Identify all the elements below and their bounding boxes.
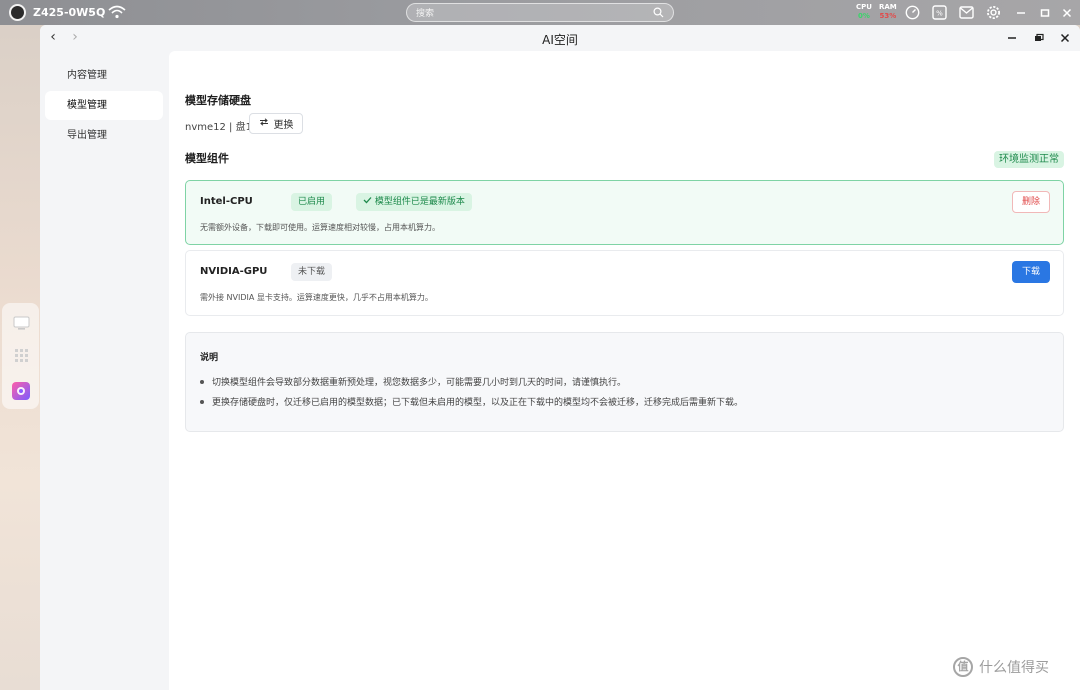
maximize-icon[interactable] [1036, 4, 1053, 21]
notes-panel: 说明 切换模型组件会导致部分数据重新预处理，视您数据多少，可能需要几小时到几天的… [185, 332, 1064, 432]
status-badge: 已启用 [291, 193, 333, 211]
cpu-label: CPU [856, 3, 872, 11]
close-icon[interactable] [1058, 4, 1075, 21]
component-description: 无需额外设备，下载即可使用。运算速度相对较慢，占用本机算力。 [200, 223, 440, 232]
storage-section-title: 模型存储硬盘 [185, 94, 251, 107]
notes-title: 说明 [200, 353, 219, 363]
change-disk-label: 更换 [273, 120, 294, 131]
svg-text:%: % [936, 10, 943, 18]
component-name: NVIDIA-GPU [200, 266, 268, 277]
sidebar-item-export-management[interactable]: 导出管理 [45, 121, 163, 150]
note-item: 更换存储硬盘时，仅迁移已启用的模型数据；已下载但未启用的模型，以及正在下载中的模… [200, 395, 743, 408]
version-badge: 模型组件已是最新版本 [356, 193, 472, 211]
download-button[interactable]: 下载 [1012, 261, 1050, 283]
window-restore-icon[interactable] [1031, 30, 1047, 46]
component-card-nvidia-gpu: NVIDIA-GPU 未下载 需外接 NVIDIA 显卡支持。运算速度更快，几乎… [185, 250, 1064, 316]
ram-label: RAM [879, 3, 897, 11]
status-badge: 未下载 [291, 263, 333, 281]
gear-icon[interactable] [985, 4, 1002, 21]
search-placeholder: 搜索 [416, 9, 435, 19]
component-card-intel-cpu: Intel-CPU 已启用 模型组件已是最新版本 无需额外设备，下载即可使用。运… [185, 180, 1064, 245]
window-titlebar[interactable]: ‹ › AI空间 [40, 25, 1080, 51]
bullet-icon [200, 379, 204, 384]
ram-value: 53% [879, 12, 897, 20]
watermark-logo-icon: 值 [953, 657, 973, 677]
note-item: 切换模型组件会导致部分数据重新预处理，视您数据多少，可能需要几小时到几天的时间，… [200, 375, 626, 388]
bullet-icon [200, 399, 204, 404]
minimize-icon[interactable] [1012, 4, 1029, 21]
chevron-down-icon[interactable]: ⌄ [87, 6, 95, 16]
dashboard-gauge-icon[interactable] [904, 4, 921, 21]
swap-icon [259, 118, 269, 129]
env-status-badge: 环境监测正常 [994, 151, 1064, 168]
sidebar: 内容管理 模型管理 导出管理 [40, 51, 169, 690]
watermark-text: 什么值得买 [979, 660, 1049, 676]
sidebar-item-content-management[interactable]: 内容管理 [45, 61, 163, 90]
disk-info: nvme12 | 盘1 [185, 122, 252, 133]
change-disk-button[interactable]: 更换 [249, 113, 303, 134]
device-avatar-icon[interactable] [9, 4, 26, 21]
window-title: AI空间 [542, 33, 578, 47]
cpu-meter[interactable]: CPU 0% [856, 3, 872, 21]
percent-app-icon[interactable]: % [931, 4, 948, 21]
ai-space-app-icon[interactable] [12, 382, 30, 400]
watermark: 值 什么值得买 [953, 657, 1049, 677]
cpu-value: 0% [858, 12, 870, 20]
system-bar: Z425-0W5Q ⌄ 搜索 CPU 0% RAM 53% % [0, 0, 1080, 25]
sidebar-item-model-management[interactable]: 模型管理 [45, 91, 163, 120]
delete-button[interactable]: 删除 [1012, 191, 1050, 213]
ai-space-window: ‹ › AI空间 内容管理 模型管理 导出管理 模型存储硬盘 nvme12 | … [40, 25, 1080, 690]
apps-grid-icon[interactable] [12, 346, 30, 364]
app-dock [2, 303, 39, 409]
search-icon[interactable] [653, 7, 664, 21]
global-search-input[interactable]: 搜索 [406, 3, 674, 22]
wifi-icon[interactable] [108, 4, 126, 23]
component-description: 需外接 NVIDIA 显卡支持。运算速度更快，几乎不占用本机算力。 [200, 293, 433, 302]
main-content: 模型存储硬盘 nvme12 | 盘1 更换 模型组件 环境监测正常 Intel-… [169, 51, 1080, 690]
window-close-icon[interactable] [1057, 30, 1073, 46]
window-minimize-icon[interactable] [1004, 30, 1020, 46]
component-name: Intel-CPU [200, 196, 253, 207]
version-badge-label: 模型组件已是最新版本 [374, 197, 465, 207]
mail-icon[interactable] [958, 4, 975, 21]
note-text: 更换存储硬盘时，仅迁移已启用的模型数据；已下载但未启用的模型，以及正在下载中的模… [212, 398, 744, 408]
desktop-icon[interactable] [12, 314, 30, 332]
components-section-title: 模型组件 [185, 152, 229, 165]
ram-meter[interactable]: RAM 53% [879, 3, 897, 21]
note-text: 切换模型组件会导致部分数据重新预处理，视您数据多少，可能需要几小时到几天的时间，… [212, 378, 627, 388]
check-icon [363, 197, 375, 207]
